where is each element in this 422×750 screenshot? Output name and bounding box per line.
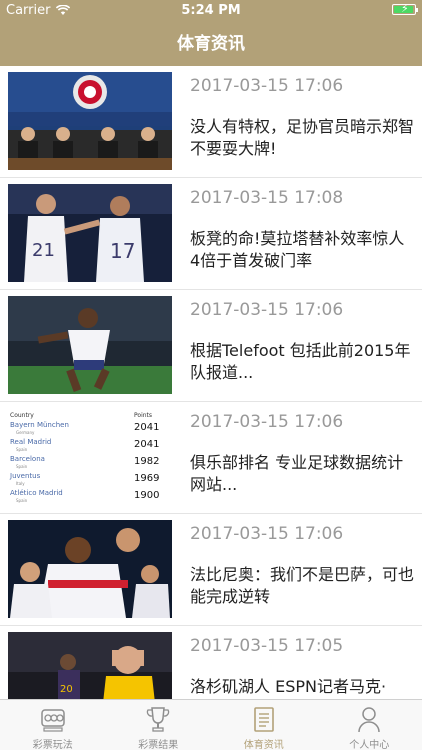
news-title: 洛杉矶湖人 ESPN记者马克· <box>190 677 387 696</box>
news-title: 没人有特权，足协官员暗示郑智不要耍大牌! <box>190 117 415 158</box>
ranking-country: Italy <box>16 481 25 486</box>
svg-text:21: 21 <box>32 240 55 261</box>
news-time: 2017-03-15 17:06 <box>190 524 344 544</box>
svg-text:20: 20 <box>60 684 73 695</box>
news-list[interactable]: 2017-03-15 17:06 没人有特权，足协官员暗示郑智不要耍大牌! 21… <box>0 66 422 699</box>
news-time: 2017-03-15 17:06 <box>190 300 344 320</box>
lottery-icon <box>41 709 65 732</box>
news-thumbnail <box>8 520 172 618</box>
news-time: 2017-03-15 17:08 <box>190 188 344 208</box>
page-title: 体育资讯 <box>177 34 245 54</box>
ranking-points: 1982 <box>134 456 160 467</box>
battery-icon: ⚡ <box>392 2 418 15</box>
tab-lottery-results[interactable]: 彩票结果 <box>106 700 212 750</box>
news-title: 根据Telefoot 包括此前2015年队报道... <box>190 341 411 382</box>
news-item[interactable]: 20 2017-03-15 17:05 洛杉矶湖人 ESPN记者马克· <box>0 626 422 699</box>
ranking-club: Juventus <box>10 472 41 480</box>
news-thumbnail: 20 <box>8 632 172 699</box>
news-title: 法比尼奥：我们不是巴萨，可也能完成逆转 <box>190 565 415 606</box>
ranking-country: Germany <box>16 430 35 435</box>
person-icon <box>358 707 380 733</box>
tab-bar: 彩票玩法 彩票结果 体育资讯 个人中心 <box>0 699 422 750</box>
ranking-country: Spain <box>16 498 28 503</box>
news-thumbnail: Country Points Bayern München Germany 20… <box>8 408 172 506</box>
news-item[interactable]: 2017-03-15 17:06 没人有特权，足协官员暗示郑智不要耍大牌! <box>0 66 422 178</box>
tab-label: 彩票结果 <box>138 740 179 750</box>
news-time: 2017-03-15 17:05 <box>190 636 344 656</box>
ranking-country: Spain <box>16 447 28 452</box>
news-thumbnail <box>8 296 172 394</box>
ranking-points: 1900 <box>134 490 160 501</box>
tab-lottery-rules[interactable]: 彩票玩法 <box>0 700 106 750</box>
trophy-icon <box>147 707 170 732</box>
navigation-bar: 体育资讯 <box>0 22 422 66</box>
battery-indicator: ⚡ <box>388 2 418 15</box>
news-time: 2017-03-15 17:06 <box>190 412 344 432</box>
ranking-country: Spain <box>16 464 28 469</box>
news-title: 板凳的命!莫拉塔替补效率惊人 4倍于首发破门率 <box>190 229 405 270</box>
charging-icon: ⚡ <box>401 2 409 15</box>
ranking-club: Atlético Madrid <box>10 489 63 497</box>
tab-profile[interactable]: 个人中心 <box>317 700 422 750</box>
ranking-points: 2041 <box>134 439 160 450</box>
news-icon <box>253 707 274 732</box>
tab-label: 体育资讯 <box>243 740 284 750</box>
ranking-points: 2041 <box>134 422 160 433</box>
status-bar: Carrier 5:24 PM ⚡ <box>0 0 422 22</box>
ranking-header-country: Country <box>10 412 34 419</box>
news-thumbnail <box>8 72 172 170</box>
news-thumbnail: 21 17 <box>8 184 172 282</box>
news-item[interactable]: 2017-03-15 17:06 根据Telefoot 包括此前2015年队报道… <box>0 290 422 402</box>
news-item[interactable]: 21 17 2017-03-15 17:08 板凳的命!莫拉塔替补效率惊人 4倍… <box>0 178 422 290</box>
ranking-points: 1969 <box>134 473 160 484</box>
clock: 5:24 PM <box>181 3 241 18</box>
ranking-club: Bayern München <box>10 421 69 429</box>
tab-sports-news[interactable]: 体育资讯 <box>211 700 317 750</box>
tab-label: 个人中心 <box>349 740 390 750</box>
ranking-club: Real Madrid <box>10 438 52 446</box>
tab-label: 彩票玩法 <box>32 740 73 750</box>
news-item[interactable]: 2017-03-15 17:06 法比尼奥：我们不是巴萨，可也能完成逆转 <box>0 514 422 626</box>
news-title: 俱乐部排名 专业足球数据统计网站... <box>190 453 404 494</box>
svg-text:17: 17 <box>110 239 135 263</box>
ranking-header-points: Points <box>134 412 153 419</box>
news-time: 2017-03-15 17:06 <box>190 76 344 96</box>
ranking-club: Barcelona <box>10 455 45 463</box>
news-item[interactable]: Country Points Bayern München Germany 20… <box>0 402 422 514</box>
